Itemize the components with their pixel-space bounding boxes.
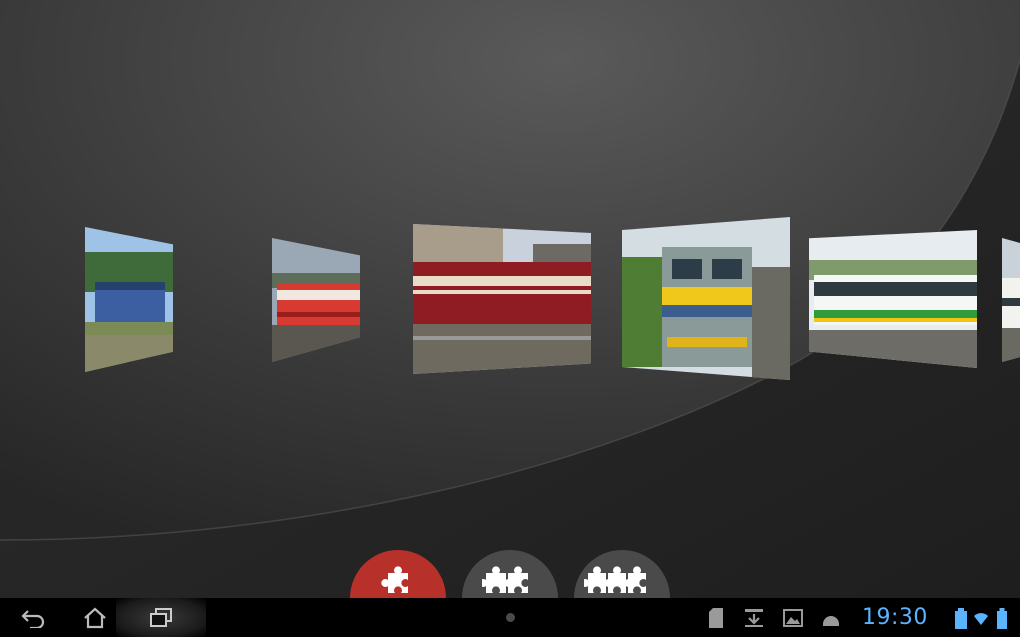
photo-card-6[interactable] [1002,238,1020,362]
two-puzzle-pieces-icon [482,566,528,593]
three-puzzle-pieces-icon [584,566,646,593]
grey-yellow-electric-locomotive-photo [622,217,790,380]
download-notification[interactable] [742,598,766,637]
home-icon [84,607,106,628]
recent-apps-icon [150,607,172,627]
home-button[interactable] [72,598,118,637]
partial-train-photo [1002,238,1020,362]
download-icon [745,608,763,627]
image-notification[interactable] [780,598,806,637]
wifi-icon [974,612,988,625]
battery-dock-status[interactable] [952,598,970,637]
red-cream-railcar-photo [413,224,591,374]
android-icon [823,615,839,626]
blue-locomotive-photo [85,227,173,372]
photo-card-3[interactable] [413,224,591,374]
back-button[interactable] [10,598,56,637]
sd-card-notification[interactable] [704,598,728,637]
home-indicator-dot [506,613,515,622]
single-puzzle-piece-icon [381,566,408,593]
clock[interactable]: 19:30 [862,598,928,637]
image-icon [783,608,803,627]
white-green-dmu-photo [809,230,977,368]
app-screen: 19:30 [0,0,1020,637]
battery-icon [997,607,1007,629]
recent-apps-button[interactable] [116,598,206,637]
sd-card-icon [709,607,723,628]
photo-card-5[interactable] [809,230,977,368]
android-notification[interactable] [818,598,844,637]
battery-dock-icon [955,607,967,629]
back-icon [21,609,45,628]
photo-card-4[interactable] [622,217,790,380]
photo-card-1[interactable] [85,227,173,372]
wifi-status[interactable] [972,598,990,637]
battery-status[interactable] [992,598,1012,637]
